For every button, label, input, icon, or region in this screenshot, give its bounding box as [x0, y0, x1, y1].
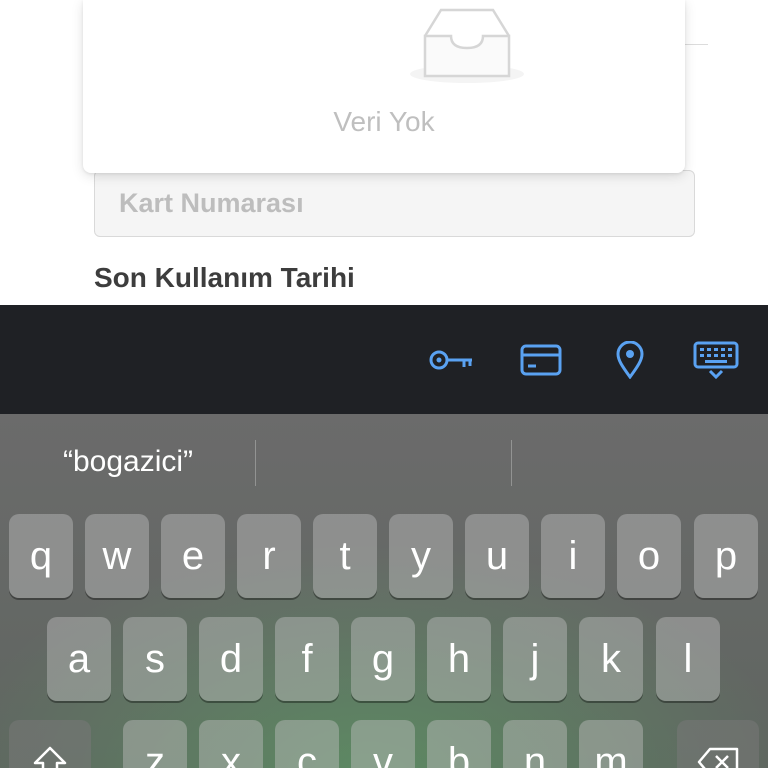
card-number-input[interactable]: [94, 170, 695, 237]
key-label: m: [594, 740, 628, 768]
delete-key[interactable]: [677, 720, 759, 768]
suggestion-bar: “bogazici”: [0, 414, 768, 509]
keyboard: “bogazici” q w e r t y u i o p a s d f g…: [0, 414, 768, 768]
inbox-tray-icon: [410, 8, 524, 83]
key-label: k: [601, 637, 621, 681]
key-n[interactable]: n: [503, 720, 567, 768]
key-label: j: [530, 637, 540, 681]
key-u[interactable]: u: [465, 514, 529, 598]
key-s[interactable]: s: [123, 617, 187, 701]
key-g[interactable]: g: [351, 617, 415, 701]
key-label: o: [637, 534, 661, 578]
key-label: f: [301, 637, 313, 681]
key-label: v: [373, 740, 393, 768]
key-label: q: [29, 534, 53, 578]
expiry-date-label: Son Kullanım Tarihi: [94, 262, 355, 293]
location-autofill-button[interactable]: [610, 335, 650, 385]
key-m[interactable]: m: [579, 720, 643, 768]
key-v[interactable]: v: [351, 720, 415, 768]
credit-card-icon: [520, 344, 562, 376]
key-label: t: [339, 534, 351, 578]
key-k[interactable]: k: [579, 617, 643, 701]
key-b[interactable]: b: [427, 720, 491, 768]
key-x[interactable]: x: [199, 720, 263, 768]
key-h[interactable]: h: [427, 617, 491, 701]
key-label: y: [411, 534, 431, 578]
key-f[interactable]: f: [275, 617, 339, 701]
key-label: i: [568, 534, 578, 578]
key-icon: [429, 350, 472, 370]
key-l[interactable]: l: [656, 617, 720, 701]
key-label: l: [683, 637, 693, 681]
key-d[interactable]: d: [199, 617, 263, 701]
key-q[interactable]: q: [9, 514, 73, 598]
background-divider: [684, 44, 708, 45]
key-j[interactable]: j: [503, 617, 567, 701]
key-a[interactable]: a: [47, 617, 111, 701]
key-label: p: [714, 534, 738, 578]
autocomplete-dropdown: Veri Yok: [83, 0, 685, 173]
credit-card-autofill-button[interactable]: [518, 335, 564, 385]
key-p[interactable]: p: [694, 514, 758, 598]
keyboard-accessory-bar: [0, 305, 768, 414]
key-label: b: [447, 740, 471, 768]
key-i[interactable]: i: [541, 514, 605, 598]
password-autofill-button[interactable]: [426, 335, 476, 385]
key-label: u: [485, 534, 509, 578]
shift-key[interactable]: [9, 720, 91, 768]
key-c[interactable]: c: [275, 720, 339, 768]
key-label: e: [181, 534, 205, 578]
empty-state-text: Veri Yok: [333, 106, 435, 137]
form-area: Son Kullanım Tarihi Veri Yok: [0, 0, 768, 305]
key-y[interactable]: y: [389, 514, 453, 598]
key-label: h: [447, 637, 471, 681]
key-label: r: [262, 534, 276, 578]
key-r[interactable]: r: [237, 514, 301, 598]
key-label: s: [145, 637, 165, 681]
key-label: c: [297, 740, 317, 768]
key-w[interactable]: w: [85, 514, 149, 598]
suggestion-item[interactable]: “bogazici”: [0, 414, 256, 509]
suggestion-item[interactable]: [512, 414, 768, 509]
key-label: d: [219, 637, 243, 681]
key-label: z: [145, 740, 165, 768]
key-z[interactable]: z: [123, 720, 187, 768]
hide-keyboard-button[interactable]: [692, 335, 740, 385]
key-e[interactable]: e: [161, 514, 225, 598]
key-label: g: [371, 637, 395, 681]
key-label: x: [221, 740, 241, 768]
key-o[interactable]: o: [617, 514, 681, 598]
key-label: a: [67, 637, 91, 681]
key-label: n: [523, 740, 547, 768]
backspace-icon: [697, 747, 739, 768]
keyboard-hide-icon: [693, 341, 739, 379]
location-pin-icon: [616, 341, 644, 379]
suggestion-item[interactable]: [256, 414, 512, 509]
key-t[interactable]: t: [313, 514, 377, 598]
shift-icon: [33, 746, 67, 768]
key-label: w: [102, 534, 132, 578]
